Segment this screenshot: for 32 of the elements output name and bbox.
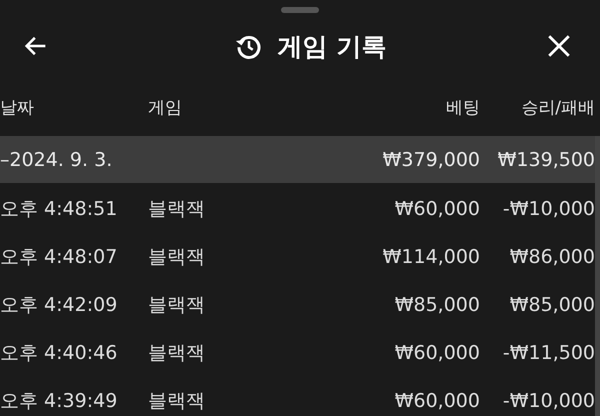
table-cell-text: ₩379,000 bbox=[382, 148, 480, 170]
table-cell-text: ₩139,500 bbox=[496, 148, 595, 170]
table-cell-text: 오후 4:42:09 bbox=[0, 293, 118, 318]
column-header: 베팅 bbox=[445, 97, 480, 119]
table-cell-text: -₩10,000 bbox=[502, 390, 595, 412]
window-title: 게임 기록 bbox=[278, 30, 386, 62]
column-header: 승리/패배 bbox=[520, 97, 595, 119]
table-cell-text: ₩85,000 bbox=[508, 294, 595, 316]
table-cell: 블랙잭 bbox=[148, 294, 205, 316]
table-cell-text: ₩86,000 bbox=[508, 246, 595, 268]
scrollbar[interactable] bbox=[595, 136, 600, 416]
table-cell: 블랙잭 bbox=[148, 342, 205, 364]
drag-handle[interactable] bbox=[281, 7, 319, 13]
table-cell-text: 오후 4:39:49 bbox=[0, 389, 118, 414]
table-cell-text: ₩85,000 bbox=[394, 294, 480, 316]
table-cell-text: -₩11,500 bbox=[502, 342, 595, 364]
table-cell-text: ₩60,000 bbox=[394, 198, 480, 220]
table-cell-text: ₩60,000 bbox=[394, 390, 480, 412]
table-cell-text: 오후 4:48:51 bbox=[0, 197, 118, 222]
table-cell-text: 오후 4:40:46 bbox=[0, 341, 118, 366]
column-header: 게임 bbox=[148, 97, 183, 119]
table-cell-text: ₩114,000 bbox=[382, 246, 480, 268]
close-icon[interactable] bbox=[546, 33, 572, 59]
table-cell-text: -₩10,000 bbox=[502, 198, 595, 220]
table-cell: 블랙잭 bbox=[148, 246, 205, 268]
group-row[interactable]: –2024. 9. 3. ₩379,000 ₩139,500 bbox=[0, 136, 595, 183]
table-cell: 블랙잭 bbox=[148, 390, 205, 412]
table-cell-text: –2024. 9. 3. bbox=[0, 148, 114, 170]
table-cell: 블랙잭 bbox=[148, 198, 205, 220]
table-cell-text: ₩60,000 bbox=[394, 342, 480, 364]
column-header: 날짜 bbox=[0, 97, 35, 119]
table-cell-text: 오후 4:48:07 bbox=[0, 245, 118, 270]
